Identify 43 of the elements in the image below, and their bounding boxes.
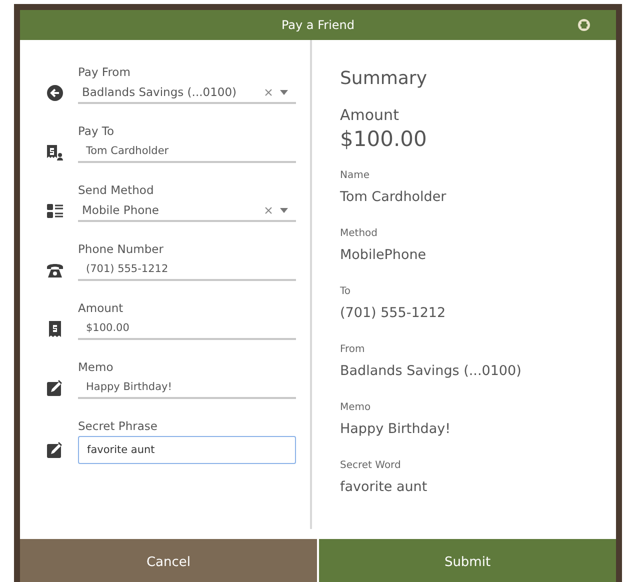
field-label: Send Method [78, 182, 155, 198]
caret-icon[interactable] [280, 208, 288, 212]
field-label: Pay To [78, 123, 116, 139]
field-label: Phone Number [78, 241, 164, 257]
summary-value: Badlands Savings (...0100) [340, 362, 522, 381]
summary-label: Memo [340, 401, 372, 415]
summary-value: (701) 555-1212 [340, 304, 447, 323]
cancel-button[interactable]: Cancel [20, 539, 317, 582]
summary-label: Amount [340, 105, 400, 125]
field-label: Amount [78, 300, 124, 316]
summary-value: MobilePhone [340, 246, 428, 265]
submit-button[interactable]: Submit [317, 539, 616, 582]
field-label: Secret Phrase [78, 418, 158, 434]
field-label: Memo [78, 359, 114, 375]
receipt-person-icon [46, 143, 64, 161]
summary-label: To [340, 285, 352, 299]
summary-title: Summary [340, 68, 428, 89]
phone-icon [46, 261, 64, 279]
summary-label: Secret Word [340, 459, 402, 473]
field-label: Pay From [78, 64, 132, 80]
list-icon [46, 202, 64, 220]
input-field[interactable]: Happy Birthday! [78, 377, 296, 399]
summary-value: favorite aunt [340, 478, 428, 497]
input-field[interactable]: (701) 555-1212 [78, 259, 296, 281]
summary-label: Method [340, 227, 379, 241]
input-field[interactable]: $100.00 [78, 318, 296, 340]
input-field[interactable]: Tom Cardholder [78, 141, 296, 163]
input-field[interactable]: Badlands Savings (...0100) [78, 82, 296, 104]
clear-icon[interactable] [265, 206, 272, 214]
summary-value: $100.00 [340, 126, 428, 153]
arrow-left-circle-icon [46, 84, 64, 102]
dollar-receipt-icon [46, 320, 64, 338]
summary-label: Name [340, 169, 371, 183]
clear-icon[interactable] [265, 88, 272, 96]
edit-icon [46, 441, 64, 459]
edit-icon [46, 379, 64, 397]
window-title: Pay a Friend [281, 18, 355, 32]
summary-value: Tom Cardholder [340, 188, 448, 207]
summary-label: From [340, 343, 366, 357]
caret-icon[interactable] [280, 90, 288, 94]
summary-value: Happy Birthday! [340, 420, 452, 439]
input-field[interactable]: favorite aunt [78, 436, 296, 464]
input-field[interactable]: Mobile Phone [78, 200, 296, 222]
